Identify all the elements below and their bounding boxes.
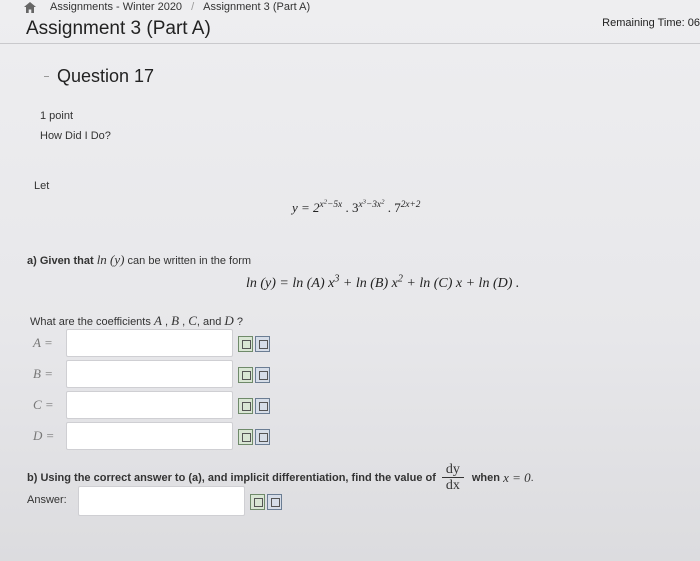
- eq-y-exp3: 2x+2: [400, 199, 421, 210]
- preview-icon[interactable]: [267, 494, 282, 510]
- coef-question-suffix: ?: [236, 316, 243, 328]
- fraction-denominator: dx: [445, 478, 460, 494]
- answer-label: Answer:: [27, 494, 67, 506]
- part-b-condition: x = 0: [503, 469, 531, 485]
- part-b-period: .: [530, 471, 534, 484]
- tools-answer[interactable]: [250, 494, 282, 512]
- coef-question-prefix: What are the coefficients: [30, 316, 151, 328]
- part-a-prefix: a) Given that: [27, 255, 94, 267]
- answer-d-input[interactable]: [66, 422, 233, 450]
- label-c: C =: [33, 397, 54, 412]
- part-b-prefix: b) Using the correct answer to (a), and …: [27, 471, 436, 484]
- equation-y: y = 2x2−5x . 3x3−3x2 . 72x+2: [292, 198, 421, 216]
- question-heading[interactable]: Question 17: [44, 66, 154, 87]
- eq-y-factor3: . 7: [384, 200, 401, 215]
- home-icon[interactable]: [24, 1, 36, 13]
- label-d: D =: [33, 428, 55, 443]
- breadcrumb-separator: /: [191, 1, 195, 13]
- eq-y-lhs: y = 2: [292, 200, 320, 215]
- coef-letter-d: D: [224, 313, 234, 328]
- label-b: B =: [33, 366, 53, 381]
- tools-a[interactable]: [238, 336, 270, 354]
- fraction-numerator: dy: [445, 462, 460, 477]
- equation-editor-icon[interactable]: [238, 398, 253, 414]
- tools-c[interactable]: [238, 398, 270, 416]
- eq-ln-p1: ln (y) = ln (A) x: [246, 276, 335, 291]
- breadcrumb: Assignments - Winter 2020 / Assignment 3…: [24, 0, 310, 14]
- breadcrumb-current: Assignment 3 (Part A): [203, 1, 311, 13]
- how-did-i-do-link[interactable]: How Did I Do?: [40, 130, 111, 142]
- preview-icon[interactable]: [255, 367, 270, 383]
- equation-ln: ln (y) = ln (A) x3 + ln (B) x2 + ln (C) …: [246, 274, 520, 292]
- eq-ln-end: .: [512, 276, 520, 291]
- collapse-dash-icon[interactable]: [44, 76, 49, 77]
- remaining-time: Remaining Time: 06: [602, 17, 700, 29]
- coef-letter-c: C: [188, 313, 197, 328]
- tools-b[interactable]: [238, 367, 270, 385]
- equation-editor-icon[interactable]: [250, 494, 265, 510]
- eq-y-exp2-mid: −3x: [365, 199, 382, 210]
- tools-d[interactable]: [238, 429, 270, 447]
- part-b-when: when: [471, 471, 500, 484]
- question-title: Question 17: [57, 66, 155, 86]
- answer-a-input[interactable]: [66, 329, 233, 357]
- coef-question: What are the coefficients A , B , C, and…: [30, 313, 243, 328]
- part-a-text: a) Given that ln (y) can be written in t…: [27, 252, 251, 268]
- let-label: Let: [34, 180, 50, 192]
- page-title: Assignment 3 (Part A): [26, 18, 211, 39]
- dy-dx-fraction: dy dx: [441, 462, 464, 494]
- eq-y-factor2: . 3: [342, 200, 359, 215]
- eq-ln-p2: + ln (B) x: [339, 276, 398, 291]
- answer-b-input[interactable]: [66, 360, 233, 388]
- coef-letter-b: B: [171, 313, 180, 328]
- preview-icon[interactable]: [255, 429, 270, 445]
- part-a-ln: ln (y): [96, 252, 125, 267]
- breadcrumb-assignments-link[interactable]: Assignments - Winter 2020: [50, 1, 182, 13]
- preview-icon[interactable]: [255, 336, 270, 352]
- equation-editor-icon[interactable]: [238, 336, 253, 352]
- eq-y-exp1-rest: −5x: [327, 199, 343, 210]
- part-a-suffix: can be written in the form: [127, 255, 252, 267]
- answer-input[interactable]: [78, 486, 245, 516]
- eq-ln-p3: + ln (C) x + ln (D): [402, 276, 513, 291]
- equation-editor-icon[interactable]: [238, 429, 253, 445]
- coef-letter-a: A: [153, 313, 162, 328]
- coef-question-mid: , and: [196, 316, 222, 328]
- label-a: A =: [33, 335, 53, 350]
- equation-editor-icon[interactable]: [238, 367, 253, 383]
- answer-c-input[interactable]: [66, 391, 233, 419]
- question-points: 1 point: [40, 110, 74, 122]
- preview-icon[interactable]: [255, 398, 270, 414]
